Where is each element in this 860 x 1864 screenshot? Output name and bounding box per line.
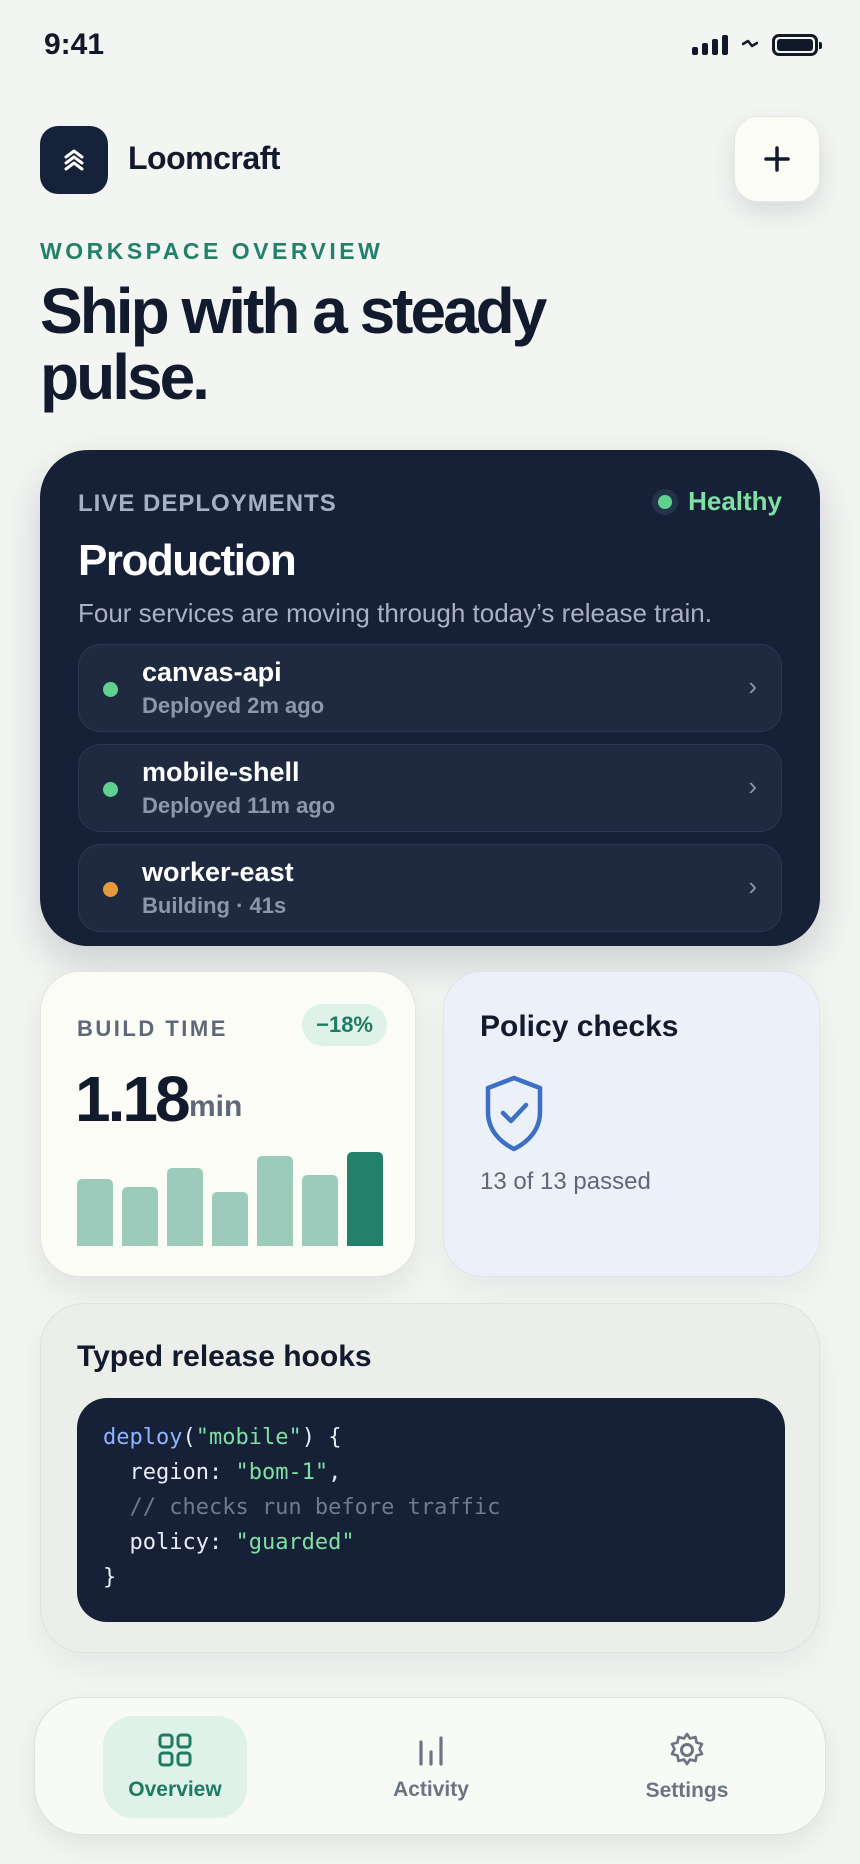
code-token: deploy	[103, 1425, 183, 1450]
charging-icon	[742, 39, 758, 48]
service-row-mobile-shell[interactable]: mobile-shell Deployed 11m ago ›	[78, 744, 782, 832]
grid-icon	[158, 1733, 192, 1767]
chevron-right-icon: ›	[748, 671, 757, 701]
environment-title: Production	[78, 536, 297, 585]
service-status-dot	[103, 682, 118, 697]
code-token: "bom-1"	[235, 1460, 329, 1485]
service-meta: Deployed 2m ago	[142, 693, 325, 718]
hero-headline: Ship with a steady pulse.	[40, 275, 547, 413]
release-hooks-card: Typed release hooks deploy("mobile") { r…	[40, 1303, 820, 1653]
tab-overview[interactable]: Overview	[103, 1716, 247, 1818]
code-token: ,	[328, 1460, 342, 1485]
tab-activity-label: Activity	[393, 1778, 469, 1801]
code-line: }	[103, 1560, 759, 1595]
health-dot-icon	[652, 488, 679, 515]
deployments-eyebrow: LIVE DEPLOYMENTS	[78, 490, 337, 517]
service-status-dot	[103, 782, 118, 797]
hero-eyebrow: WORKSPACE OVERVIEW	[40, 238, 384, 264]
status-bar: 9:41	[0, 0, 860, 92]
code-line: region: "bom-1",	[103, 1455, 759, 1490]
brand-name: Loomcraft	[128, 140, 280, 176]
service-row-canvas-api[interactable]: canvas-api Deployed 2m ago ›	[78, 644, 782, 732]
plus-icon	[764, 146, 790, 172]
code-token: region:	[103, 1460, 236, 1485]
build-time-bar	[212, 1192, 248, 1246]
gear-icon	[670, 1732, 704, 1766]
policy-checks-summary: 13 of 13 passed	[480, 1168, 651, 1195]
health-status-label: Healthy	[688, 486, 782, 516]
app-header: Loomcraft	[40, 116, 820, 212]
code-token: // checks run before traffic	[103, 1495, 501, 1520]
policy-checks-title: Policy checks	[480, 1010, 679, 1043]
build-time-bar	[77, 1179, 113, 1246]
code-token: (	[182, 1425, 196, 1450]
battery-icon	[772, 34, 822, 56]
environment-subtitle: Four services are moving through today’s…	[78, 598, 712, 628]
deployments-card: LIVE DEPLOYMENTS Healthy Production Four…	[40, 450, 820, 946]
service-meta: Building · 41s	[142, 893, 287, 918]
build-time-bar	[302, 1174, 338, 1246]
release-hooks-title: Typed release hooks	[77, 1340, 372, 1373]
build-time-unit: min	[189, 1090, 243, 1123]
service-meta: Deployed 11m ago	[142, 793, 336, 818]
service-name: worker-east	[142, 857, 294, 887]
code-snippet: deploy("mobile") { region: "bom-1", // c…	[77, 1398, 785, 1622]
build-time-sparkbars	[77, 1152, 383, 1246]
build-time-bar	[347, 1152, 383, 1246]
health-status-badge: Healthy	[652, 486, 782, 517]
code-token: ) {	[301, 1425, 342, 1450]
code-token: policy:	[103, 1530, 236, 1555]
chevron-right-icon: ›	[748, 771, 757, 801]
service-name: canvas-api	[142, 657, 282, 687]
service-status-dot	[103, 882, 118, 897]
service-name: mobile-shell	[142, 757, 300, 787]
code-token: }	[103, 1565, 117, 1590]
policy-checks-card[interactable]: Policy checks 13 of 13 passed	[443, 971, 820, 1277]
code-token: "mobile"	[195, 1425, 302, 1450]
app-logo-icon	[40, 126, 108, 194]
bar-chart-icon	[419, 1736, 443, 1766]
tab-activity[interactable]: Activity	[359, 1716, 503, 1818]
build-time-bar	[167, 1167, 203, 1246]
chevron-right-icon: ›	[748, 871, 757, 901]
build-time-value: 1.18	[75, 1063, 191, 1135]
tab-settings-label: Settings	[645, 1779, 729, 1802]
code-line: policy: "guarded"	[103, 1525, 759, 1560]
build-time-bar	[257, 1155, 293, 1246]
tab-settings[interactable]: Settings	[615, 1716, 759, 1818]
status-icons	[692, 34, 822, 56]
build-time-card[interactable]: BUILD TIME −18% 1.18 min	[40, 971, 416, 1277]
tab-overview-label: Overview	[128, 1778, 222, 1801]
code-line: deploy("mobile") {	[103, 1420, 759, 1455]
code-line: // checks run before traffic	[103, 1490, 759, 1525]
service-row-worker-east[interactable]: worker-east Building · 41s ›	[78, 844, 782, 932]
build-time-label: BUILD TIME	[77, 1016, 228, 1041]
service-list: canvas-api Deployed 2m ago › mobile-shel…	[78, 644, 782, 944]
build-time-delta-badge: −18%	[302, 1004, 387, 1046]
shield-check-icon	[485, 1075, 543, 1152]
status-time: 9:41	[44, 28, 105, 61]
add-button[interactable]	[734, 116, 820, 202]
build-time-bar	[122, 1186, 158, 1246]
bottom-tab-bar: Overview Activity Settings	[34, 1697, 826, 1835]
code-token: "guarded"	[235, 1530, 355, 1555]
signal-icon	[692, 35, 728, 55]
